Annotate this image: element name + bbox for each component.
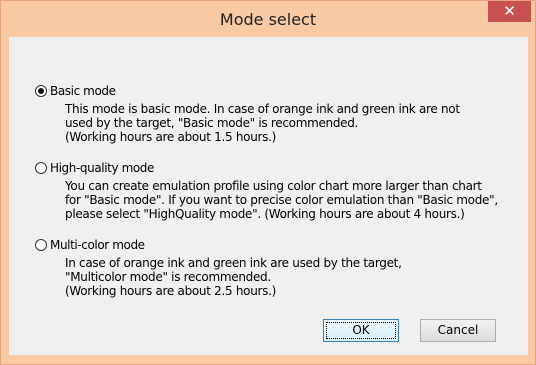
title-bar[interactable]: Mode select ✕ bbox=[1, 1, 535, 37]
description-line: (Working hours are about 1.5 hours.) bbox=[65, 130, 276, 144]
basic-mode-radio[interactable] bbox=[35, 85, 47, 97]
mode-select-dialog: Mode select ✕ Basic mode This mode is ba… bbox=[0, 0, 536, 365]
close-button[interactable]: ✕ bbox=[488, 1, 531, 22]
focus-rectangle bbox=[326, 322, 396, 339]
basic-mode-radio-option[interactable]: Basic mode bbox=[35, 83, 116, 99]
high-quality-mode-description: You can create emulation profile using c… bbox=[65, 179, 525, 221]
high-quality-mode-label[interactable]: High-quality mode bbox=[50, 161, 154, 175]
description-line: for "Basic mode". If you want to precise… bbox=[65, 193, 498, 207]
dialog-body: Basic mode This mode is basic mode. In c… bbox=[9, 37, 528, 355]
cancel-button[interactable]: Cancel bbox=[420, 319, 496, 342]
multi-color-mode-radio[interactable] bbox=[35, 239, 47, 251]
description-line: (Working hours are about 2.5 hours.) bbox=[65, 284, 276, 298]
basic-mode-description: This mode is basic mode. In case of oran… bbox=[65, 102, 525, 144]
basic-mode-label[interactable]: Basic mode bbox=[50, 84, 116, 98]
high-quality-mode-radio-option[interactable]: High-quality mode bbox=[35, 160, 154, 176]
description-line: please select "HighQuality mode". (Worki… bbox=[65, 207, 465, 221]
description-line: used by the target, "Basic mode" is reco… bbox=[65, 116, 359, 130]
description-line: This mode is basic mode. In case of oran… bbox=[65, 102, 460, 116]
high-quality-mode-radio[interactable] bbox=[35, 162, 47, 174]
multi-color-mode-radio-option[interactable]: Multi-color mode bbox=[35, 237, 145, 253]
close-icon: ✕ bbox=[503, 2, 516, 20]
multi-color-mode-label[interactable]: Multi-color mode bbox=[50, 238, 145, 252]
ok-button[interactable]: OK bbox=[323, 319, 399, 342]
description-line: In case of orange ink and green ink are … bbox=[65, 256, 402, 270]
cancel-button-label: Cancel bbox=[437, 323, 479, 337]
description-line: "Multicolor mode" is recommended. bbox=[65, 270, 271, 284]
dialog-title: Mode select bbox=[219, 10, 317, 29]
description-line: You can create emulation profile using c… bbox=[65, 179, 482, 193]
multi-color-mode-description: In case of orange ink and green ink are … bbox=[65, 256, 525, 298]
